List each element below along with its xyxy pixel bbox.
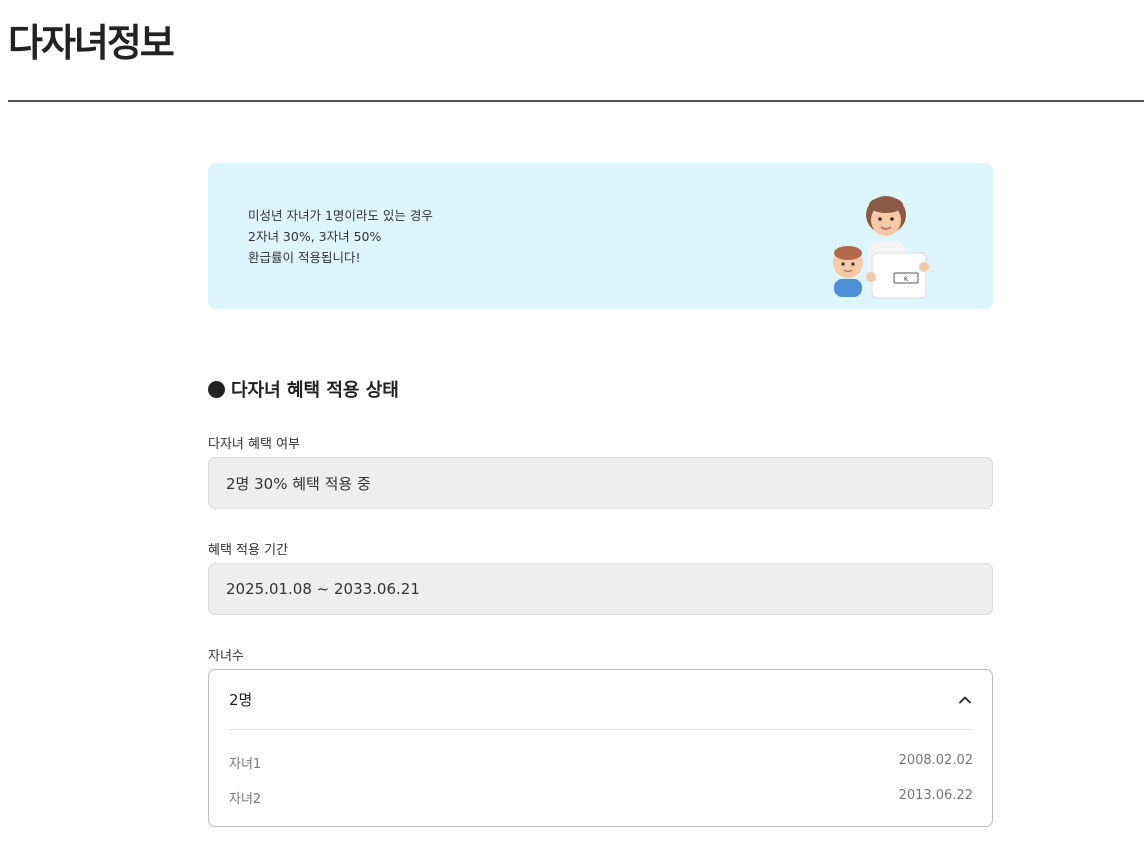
info-banner: 미성년 자녀가 1명이라도 있는 경우 2자녀 30%, 3자녀 50% 환급률… [208,163,993,309]
page-title: 다자녀정보 [8,21,175,65]
child-birthdate: 2008.02.02 [898,753,973,768]
banner-text: 미성년 자녀가 1명이라도 있는 경우 2자녀 30%, 3자녀 50% 환급률… [248,205,433,268]
title-divider [8,100,1144,102]
benefit-status-value: 2명 30% 혜택 적용 중 [226,474,371,493]
chevron-up-icon[interactable] [957,692,973,708]
benefit-period-field: 2025.01.08 ~ 2033.06.21 [208,563,993,615]
child-name: 자녀1 [229,757,262,772]
benefit-period-label: 혜택 적용 기간 [208,543,289,558]
children-dropdown: 2명 자녀1 2008.02.02 자녀2 2013.06.22 [208,669,993,827]
benefit-status-label: 다자녀 혜택 여부 [208,437,300,452]
banner-line-1: 미성년 자녀가 1명이라도 있는 경우 [248,208,433,223]
children-dropdown-header[interactable]: 2명 [229,670,973,730]
child-name: 자녀2 [229,792,262,807]
banner-line-3: 환급률이 적용됩니다! [248,250,361,265]
benefit-period-value: 2025.01.08 ~ 2033.06.21 [226,580,420,598]
benefit-status-field: 2명 30% 혜택 적용 중 [208,457,993,509]
children-count-value: 2명 [229,691,253,709]
banner-line-2: 2자녀 30%, 3자녀 50% [248,229,382,244]
child-row: 자녀1 2008.02.02 [229,753,973,772]
child-row: 자녀2 2013.06.22 [229,788,973,807]
bullet-icon [208,380,225,398]
mother-and-child-illustration: K [833,196,929,299]
section-heading-text: 다자녀 혜택 적용 상태 [231,380,399,401]
section-heading: 다자녀 혜택 적용 상태 [208,376,399,402]
child-birthdate: 2013.06.22 [898,788,973,803]
children-count-label: 자녀수 [208,649,244,664]
